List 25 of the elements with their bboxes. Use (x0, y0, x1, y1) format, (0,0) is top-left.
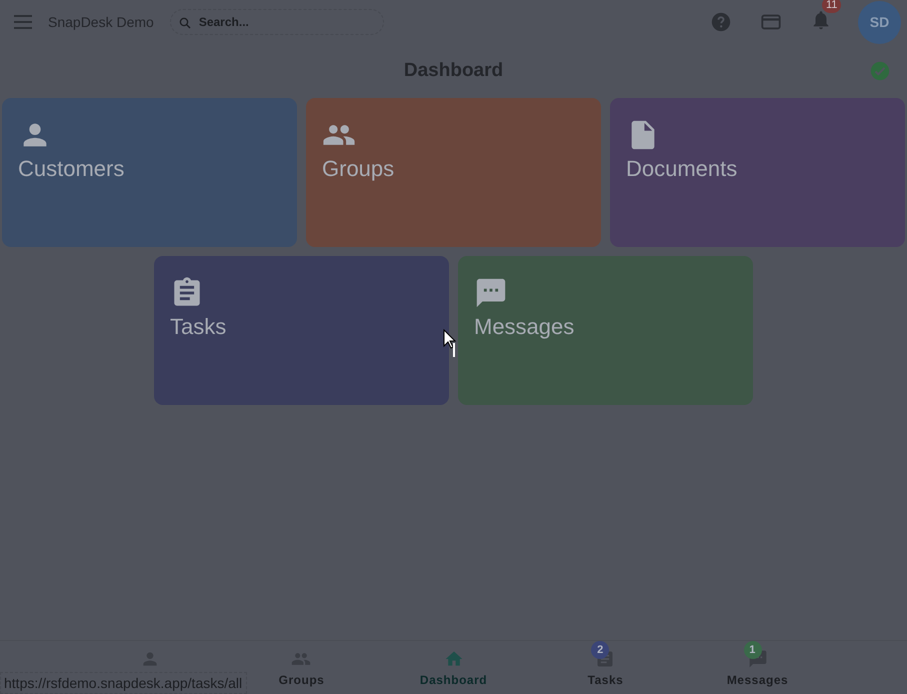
dashboard-card[interactable]: Customers (2, 98, 297, 247)
nav-tab[interactable]: 2 Tasks (582, 641, 630, 687)
help-icon[interactable] (710, 11, 732, 33)
mouse-cursor-icon (443, 329, 457, 359)
check-circle-icon (869, 60, 891, 82)
search-field[interactable]: Search... (170, 9, 384, 35)
notification-badge: 11 (822, 0, 842, 12)
dashboard-card[interactable]: Tasks (154, 256, 449, 405)
count-badge: 2 (591, 641, 610, 659)
user-avatar[interactable]: SD (858, 0, 901, 44)
dashboard-card[interactable]: Groups (306, 98, 601, 247)
menu-icon[interactable] (14, 15, 32, 29)
count-badge: 1 (744, 641, 762, 659)
card-label: Customers (18, 156, 124, 182)
card-label: Documents (626, 156, 738, 182)
card-label: Messages (474, 314, 574, 340)
card-label: Tasks (170, 314, 226, 340)
dashboard-card[interactable]: Documents (610, 98, 905, 247)
card-label: Groups (322, 156, 394, 182)
nav-tab[interactable]: 1 Messages (720, 641, 794, 687)
nav-tab[interactable]: Groups (272, 641, 330, 687)
search-icon (178, 17, 191, 29)
nav-tab[interactable]: Dashboard (414, 641, 494, 687)
url-status-tooltip: https://rsfdemo.snapdesk.app/tasks/all (0, 672, 248, 694)
dashboard-card[interactable]: Messages (458, 256, 753, 405)
